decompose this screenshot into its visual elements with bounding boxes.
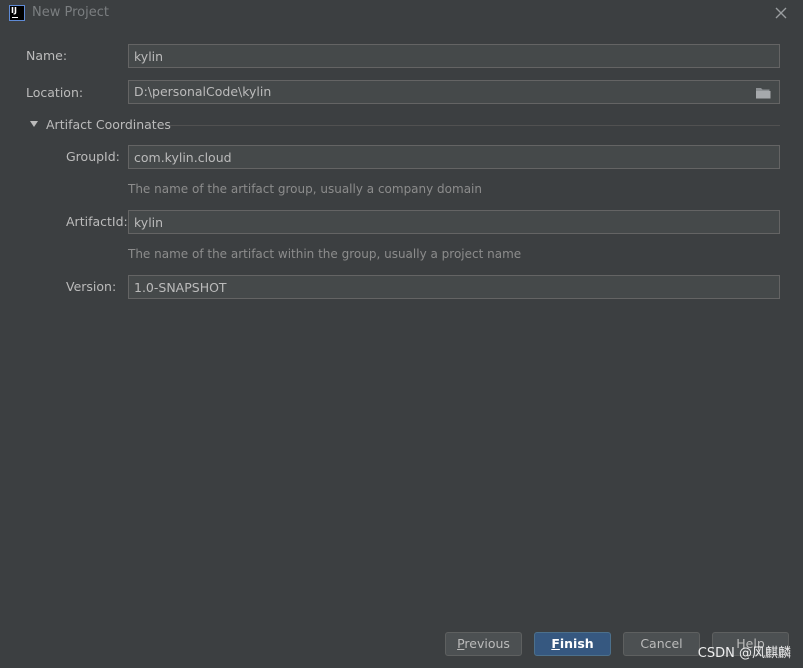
finish-label: inish [559, 636, 594, 651]
artifact-id-label: ArtifactId: [66, 214, 128, 229]
name-label: Name: [26, 48, 68, 63]
artifact-id-hint: The name of the artifact within the grou… [128, 247, 522, 261]
new-project-dialog: IJ New Project Name: Location: D:\person… [0, 0, 803, 668]
triangle-down-icon [30, 121, 38, 127]
group-id-label: GroupId: [66, 149, 120, 164]
close-icon[interactable] [773, 5, 789, 21]
previous-button[interactable]: Previous [445, 632, 522, 656]
location-field[interactable]: D:\personalCode\kylin [128, 80, 780, 104]
finish-button[interactable]: Finish [534, 632, 611, 656]
title-bar: IJ New Project [0, 0, 803, 26]
intellij-idea-icon: IJ [9, 5, 25, 21]
version-label: Version: [66, 279, 117, 294]
name-field[interactable] [128, 44, 780, 68]
csdn-watermark: CSDN @风麒麟 [697, 646, 791, 661]
previous-label: revious [464, 636, 510, 651]
window-title: New Project [32, 5, 109, 20]
artifact-id-field[interactable] [128, 210, 780, 234]
app-icon-bar [12, 17, 18, 18]
version-field[interactable] [128, 275, 780, 299]
folder-icon[interactable] [755, 85, 771, 99]
group-id-field[interactable] [128, 145, 780, 169]
section-divider [170, 125, 780, 126]
app-icon-text: IJ [11, 6, 17, 15]
group-id-hint: The name of the artifact group, usually … [128, 182, 482, 196]
cancel-button[interactable]: Cancel [623, 632, 700, 656]
section-title: Artifact Coordinates [46, 117, 171, 132]
artifact-coordinates-toggle[interactable]: Artifact Coordinates [28, 117, 780, 133]
finish-mnemonic: F [551, 636, 560, 651]
location-label: Location: [26, 85, 84, 100]
location-value: D:\personalCode\kylin [134, 84, 272, 99]
